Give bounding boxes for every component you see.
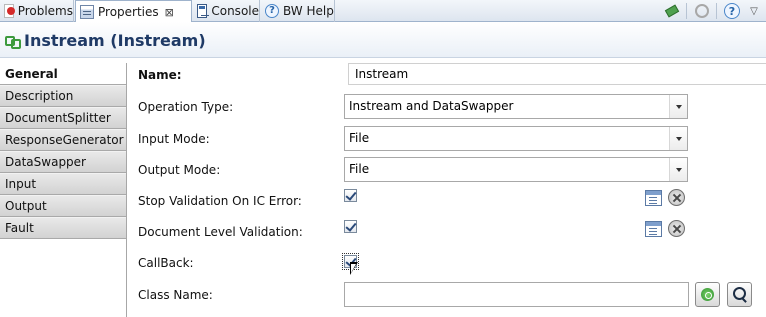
tab-bw-help-label: BW Help bbox=[283, 4, 334, 18]
input-mode-select[interactable]: File bbox=[344, 126, 688, 151]
tab-properties[interactable]: Properties ⊠ bbox=[75, 0, 192, 23]
tab-problems-label: Problems bbox=[17, 4, 73, 18]
mouse-cursor-icon bbox=[350, 262, 364, 284]
page-title: Instream (Instream) bbox=[24, 31, 206, 50]
browse-class-button[interactable] bbox=[727, 282, 752, 307]
stop-validation-checkbox[interactable] bbox=[344, 189, 357, 202]
tab-console-label: Console bbox=[211, 4, 259, 18]
pin-view-icon[interactable] bbox=[664, 3, 680, 19]
table-icon[interactable] bbox=[645, 221, 662, 237]
callback-label: CallBack: bbox=[138, 256, 194, 270]
operation-type-select[interactable]: Instream and DataSwapper bbox=[344, 94, 688, 119]
console-icon bbox=[197, 4, 210, 18]
clear-icon[interactable] bbox=[668, 220, 685, 237]
toolbar-separator bbox=[716, 3, 717, 19]
name-label: Name: bbox=[138, 68, 182, 82]
section-tab-fault[interactable]: Fault bbox=[0, 217, 126, 239]
toolbar-separator bbox=[686, 3, 687, 19]
section-tabs: General Description DocumentSplitter Res… bbox=[0, 63, 127, 317]
section-tab-input[interactable]: Input bbox=[0, 173, 126, 195]
output-mode-select[interactable]: File bbox=[344, 157, 688, 182]
help-icon: ? bbox=[265, 4, 279, 18]
operation-type-value: Instream and DataSwapper bbox=[349, 99, 514, 113]
properties-icon bbox=[80, 5, 94, 19]
name-field[interactable]: Instream bbox=[348, 63, 766, 85]
section-tab-documentsplitter[interactable]: DocumentSplitter bbox=[0, 107, 126, 129]
close-tab-icon[interactable]: ⊠ bbox=[165, 6, 174, 19]
class-name-label: Class Name: bbox=[138, 288, 213, 302]
filter-icon[interactable] bbox=[694, 3, 710, 19]
section-tab-responsegenerator[interactable]: ResponseGenerator bbox=[0, 129, 126, 151]
view-menu-icon[interactable]: ▽ bbox=[746, 3, 762, 19]
section-tab-description[interactable]: Description bbox=[0, 85, 126, 107]
properties-title-bar: Instream (Instream) bbox=[0, 22, 766, 58]
operation-type-label: Operation Type: bbox=[138, 100, 234, 114]
input-mode-label: Input Mode: bbox=[138, 132, 210, 146]
section-tab-general[interactable]: General bbox=[0, 63, 126, 85]
output-mode-label: Output Mode: bbox=[138, 163, 221, 177]
problems-icon bbox=[4, 4, 15, 18]
chevron-down-icon[interactable] bbox=[669, 127, 687, 150]
generate-class-button[interactable] bbox=[695, 282, 720, 307]
tab-console[interactable]: Console bbox=[193, 0, 260, 22]
chevron-down-icon[interactable] bbox=[669, 95, 687, 118]
stop-validation-label: Stop Validation On IC Error: bbox=[138, 194, 302, 208]
tab-problems[interactable]: Problems bbox=[0, 0, 74, 22]
tab-properties-label: Properties bbox=[98, 5, 159, 19]
doc-validation-checkbox[interactable] bbox=[344, 220, 357, 233]
chevron-down-icon[interactable] bbox=[669, 158, 687, 181]
view-tab-strip: Problems Properties ⊠ Console ? BW Help … bbox=[0, 0, 766, 23]
tab-bw-help[interactable]: ? BW Help bbox=[261, 0, 335, 22]
input-mode-value: File bbox=[349, 131, 370, 145]
table-icon[interactable] bbox=[645, 190, 662, 206]
class-name-field[interactable] bbox=[344, 282, 689, 307]
clear-icon[interactable] bbox=[668, 189, 685, 206]
help-button-icon[interactable]: ? bbox=[724, 3, 740, 19]
section-tab-output[interactable]: Output bbox=[0, 195, 126, 217]
section-tab-dataswapper[interactable]: DataSwapper bbox=[0, 151, 126, 173]
process-icon bbox=[4, 33, 21, 49]
doc-validation-label: Document Level Validation: bbox=[138, 225, 303, 239]
output-mode-value: File bbox=[349, 162, 370, 176]
